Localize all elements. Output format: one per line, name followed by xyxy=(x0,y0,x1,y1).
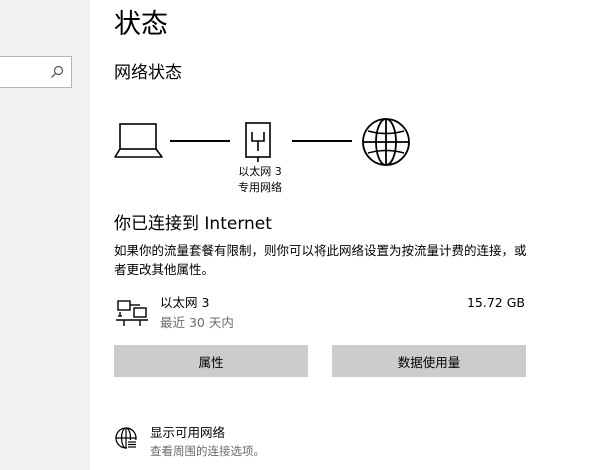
connector-line xyxy=(170,140,230,142)
laptop-icon xyxy=(114,123,163,158)
show-available-networks-title[interactable]: 显示可用网络 xyxy=(150,424,225,442)
data-usage-button[interactable]: 数据使用量 xyxy=(332,345,526,377)
globe-icon xyxy=(115,427,137,449)
show-available-networks-subtitle: 查看周围的连接选项。 xyxy=(150,444,265,458)
adapter-type: 专用网络 xyxy=(238,181,282,194)
search-icon[interactable] xyxy=(50,65,64,79)
connection-usage: 15.72 GB xyxy=(466,295,525,310)
ethernet-computer-icon xyxy=(116,300,148,326)
connection-status-title: 你已连接到 Internet xyxy=(114,214,272,234)
connector-line xyxy=(292,140,352,142)
properties-button[interactable]: 属性 xyxy=(114,345,308,377)
connection-period: 最近 30 天内 xyxy=(160,315,234,330)
sidebar xyxy=(0,0,90,470)
connection-name: 以太网 3 xyxy=(160,295,210,310)
connection-status-description: 如果你的流量套餐有限制，则你可以将此网络设置为按流量计费的连接，或者更改其他属性… xyxy=(114,243,527,277)
search-input[interactable] xyxy=(0,56,72,88)
ethernet-adapter-icon xyxy=(245,122,271,162)
adapter-label: 以太网 3 专用网络 xyxy=(220,164,300,196)
section-title: 网络状态 xyxy=(114,63,182,83)
globe-icon xyxy=(362,118,410,166)
page-title: 状态 xyxy=(114,9,168,40)
adapter-name: 以太网 3 xyxy=(238,165,282,178)
